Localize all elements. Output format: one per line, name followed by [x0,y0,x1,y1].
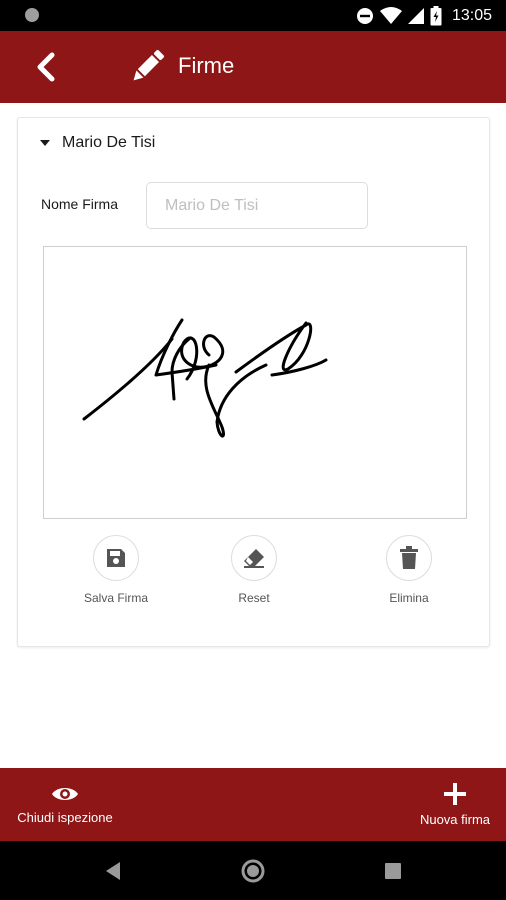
reset-button[interactable]: Reset [231,535,277,605]
battery-icon [430,6,442,26]
app-bar: Firme [0,31,506,103]
nav-recents-button[interactable] [380,858,406,884]
pencil-icon [127,47,167,87]
reset-button-circle [231,535,277,581]
plus-icon [444,783,466,805]
save-icon [107,549,125,567]
nav-recents-icon [385,863,401,879]
save-signature-label: Salva Firma [84,591,149,605]
signature-pad[interactable] [43,246,467,519]
camera-dot-icon [25,8,39,22]
status-time: 13:05 [451,7,492,24]
delete-button[interactable]: Elimina [386,535,432,605]
reset-label: Reset [238,591,270,605]
name-field-label: Nome Firma [41,196,119,212]
signature-card: Mario De Tisi Nome Firma Mario De Tisi S… [17,117,490,647]
caret-down-icon [40,140,50,146]
nav-back-button[interactable] [100,858,126,884]
new-signature-button[interactable]: Nuova firma [412,768,498,841]
signature-owner-name: Mario De Tisi [62,134,156,151]
delete-button-circle [386,535,432,581]
save-button-circle [93,535,139,581]
nav-back-icon [106,862,120,880]
save-signature-button[interactable]: Salva Firma [84,535,148,605]
signature-name-input[interactable] [146,182,368,229]
system-nav-bar [0,841,506,900]
trash-icon [400,546,418,569]
delete-label: Elimina [389,591,429,605]
bottom-bar: Chiudi ispezione Nuova firma [0,768,506,841]
nav-home-button[interactable] [240,858,266,884]
new-signature-label: Nuova firma [419,812,491,827]
eraser-icon [244,549,264,568]
close-inspection-label: Chiudi ispezione [17,810,113,825]
back-chevron-icon [37,52,55,82]
page-title: Firme [178,53,235,78]
nav-home-icon [241,859,265,883]
close-inspection-button[interactable]: Chiudi ispezione [10,768,120,841]
signature-actions: Salva Firma Reset Elimina [18,535,491,615]
eye-icon [52,788,78,800]
signal-icon [407,8,424,24]
status-bar: 13:05 [0,0,506,31]
wifi-icon [379,7,402,24]
do-not-disturb-icon [356,8,373,24]
back-button[interactable] [26,47,66,87]
signature-collapse-header[interactable]: Mario De Tisi [40,134,155,152]
signature-drawing [82,318,328,438]
status-icons: 13:05 [356,5,492,27]
